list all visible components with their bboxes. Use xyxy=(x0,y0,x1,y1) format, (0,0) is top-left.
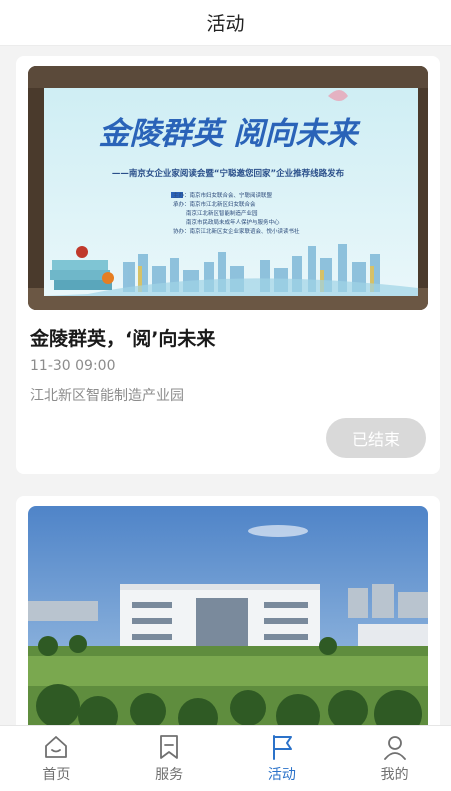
banner-headline: 金陵群英 阅向未来 xyxy=(99,116,362,152)
tab-label: 我的 xyxy=(380,767,409,783)
event-card[interactable]: 金陵群英 阅向未来 ——南京女企业家阅读会暨“宁聪邀您回家”企业推荐线路发布 主… xyxy=(16,56,440,474)
top-bar: 活动 xyxy=(0,0,451,46)
page-title: 活动 xyxy=(206,13,245,35)
user-icon xyxy=(383,736,406,760)
banner-line: 承办：南京市江北新区妇女联合会 xyxy=(173,200,256,208)
banner-subtitle: ——南京女企业家阅读会暨“宁聪邀您回家”企业推荐线路发布 xyxy=(112,168,345,179)
home-icon xyxy=(45,736,68,758)
event-banner-image[interactable]: 金陵群英 阅向未来 ——南京女企业家阅读会暨“宁聪邀您回家”企业推荐线路发布 主… xyxy=(28,66,428,310)
flag-icon xyxy=(272,735,292,760)
event-time: 11-30 09:00 xyxy=(30,358,116,374)
event-card[interactable] xyxy=(16,496,440,736)
ended-status-button: 已结束 xyxy=(326,418,426,458)
banner-line: 南京江北新区智能制造产业园 xyxy=(186,209,258,217)
tab-label: 活动 xyxy=(267,767,296,783)
event-place: 江北新区智能制造产业园 xyxy=(30,388,184,404)
event-title[interactable]: 金陵群英，‘阅’向未来 xyxy=(30,324,215,351)
event-photo[interactable] xyxy=(28,506,428,736)
tab-activity[interactable]: 活动 xyxy=(226,726,339,791)
tab-service[interactable]: 服务 xyxy=(113,726,226,791)
tab-mine[interactable]: 我的 xyxy=(338,726,451,791)
banner-line: 协办：南京江北新区女企业家联谊会、悦小读读书社 xyxy=(173,227,300,235)
bookmark-icon xyxy=(160,735,179,759)
tab-home[interactable]: 首页 xyxy=(0,726,113,791)
banner-line: 主办：南京市妇女联合会、宁聪阅读联盟 xyxy=(173,191,273,199)
banner-line: 南京市民政局未成年人保护与服务中心 xyxy=(186,218,280,226)
bottom-tab-bar: 首页 服务 活动 我的 xyxy=(0,725,451,791)
tab-label: 服务 xyxy=(155,767,184,783)
tab-label: 首页 xyxy=(42,767,71,783)
